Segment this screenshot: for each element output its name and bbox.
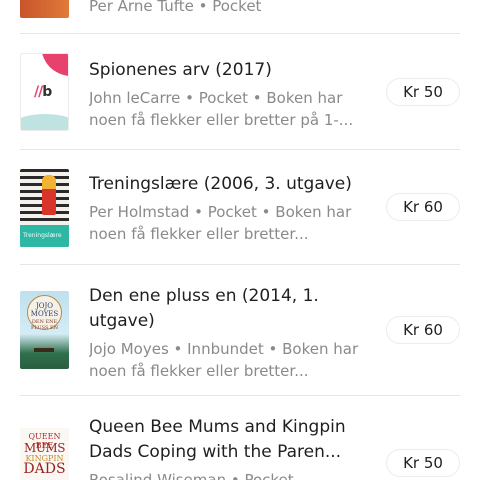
divider xyxy=(20,33,460,34)
divider xyxy=(20,395,460,396)
cover-title: MUMS xyxy=(24,441,65,455)
book-cover-image[interactable]: //b xyxy=(20,53,69,131)
listing-subtitle: John leCarre • Pocket • Boken har noen f… xyxy=(89,89,354,129)
book-cover-image[interactable]: QUEEN BEE MUMS KINGPIN DADS xyxy=(20,428,69,480)
cover-author: JOJO xyxy=(35,302,54,310)
listing-title[interactable]: Den ene pluss en (2014, 1. utgave) xyxy=(89,284,369,334)
cover-decoration xyxy=(41,54,68,81)
cover-title: Treningslære xyxy=(23,232,62,239)
cover-decoration xyxy=(21,114,68,130)
publisher-logo: //b xyxy=(34,84,52,100)
cover-title: DADS xyxy=(23,461,66,477)
listing-subtitle: Rosalind Wiseman • Pocket xyxy=(89,471,294,480)
book-cover-image[interactable] xyxy=(20,0,69,18)
book-cover-image[interactable]: JOJO MOYES DEN ENE PLUSS EN xyxy=(20,291,69,369)
book-cover-image[interactable]: Treningslære xyxy=(20,169,69,247)
listing-title[interactable]: Queen Bee Mums and Kingpin Dads Coping w… xyxy=(89,415,369,465)
price-button[interactable]: Kr 60 xyxy=(386,193,460,221)
listing-subtitle: Per Arne Tufte • Pocket xyxy=(89,0,262,15)
cover-figure xyxy=(42,175,56,215)
cover-author: MOYES xyxy=(30,310,59,318)
listing-title[interactable]: Treningslære (2006, 3. utgave) xyxy=(89,172,369,197)
cover-title: DEN ENE PLUSS EN xyxy=(30,319,58,331)
price-button[interactable]: Kr 50 xyxy=(386,449,460,477)
price-button[interactable]: Kr 50 xyxy=(386,78,460,106)
cover-seal: JOJO MOYES DEN ENE PLUSS EN xyxy=(27,295,62,331)
price-button[interactable]: Kr 60 xyxy=(386,316,460,344)
listing-subtitle: Jojo Moyes • Innbundet • Boken har noen … xyxy=(89,340,359,380)
cover-bench xyxy=(34,348,54,352)
listing-subtitle: Per Holmstad • Pocket • Boken har noen f… xyxy=(89,203,352,243)
divider xyxy=(20,264,460,265)
listing-list: Per Arne Tufte • Pocket //b Spionenes ar… xyxy=(0,0,480,480)
divider xyxy=(20,149,460,150)
listing-title[interactable]: Spionenes arv (2017) xyxy=(89,58,369,83)
